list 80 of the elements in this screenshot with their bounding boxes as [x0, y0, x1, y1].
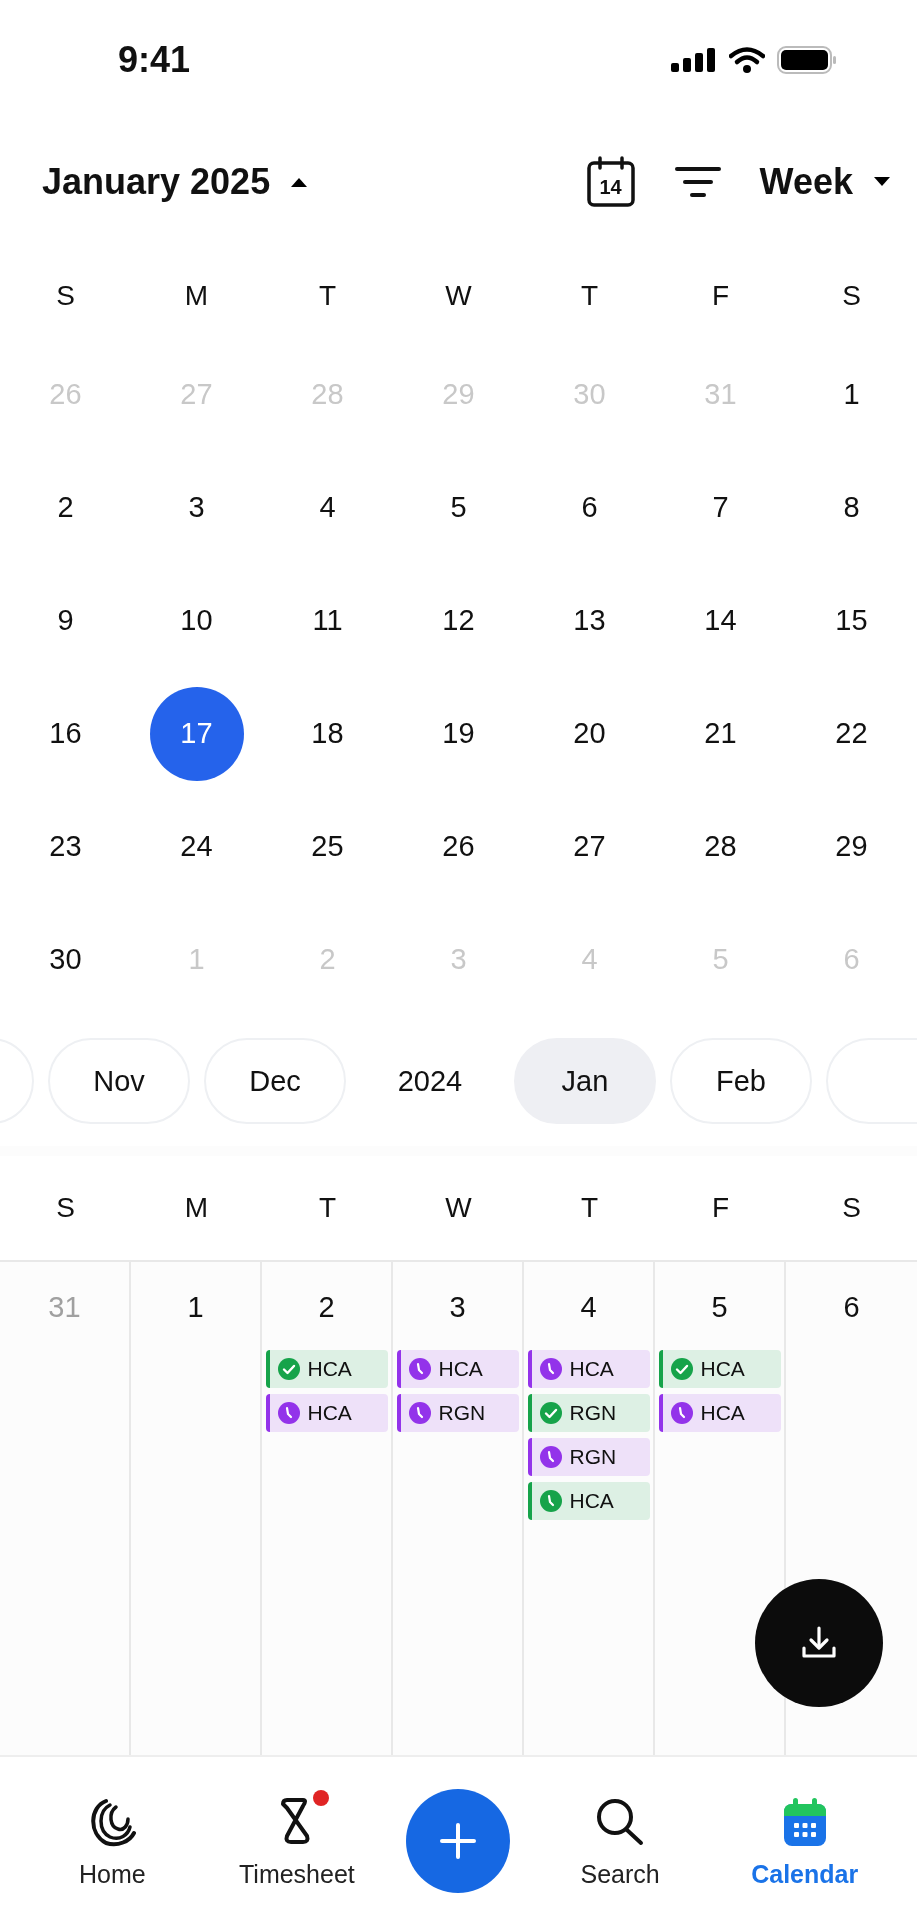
weekday-label: S: [55, 1192, 76, 1224]
weekday-label: M: [183, 280, 210, 312]
weekday-label: W: [444, 1192, 473, 1224]
weekday-label: S: [841, 280, 862, 312]
month-chip[interactable]: Dec: [204, 1038, 346, 1124]
calendar-day[interactable]: 24: [149, 799, 244, 894]
calendar-day[interactable]: 23: [18, 799, 113, 894]
view-selector[interactable]: Week: [759, 161, 891, 203]
month-year-selector[interactable]: January 2025: [42, 161, 309, 203]
weekday-label: T: [317, 1192, 338, 1224]
calendar-day[interactable]: 10: [149, 573, 244, 668]
calendar-day[interactable]: 20: [542, 686, 637, 781]
weekday-label: S: [841, 1192, 862, 1224]
week-date: 4: [580, 1289, 597, 1325]
calendar-day[interactable]: 15: [804, 573, 899, 668]
plus-icon: [438, 1821, 479, 1861]
weekday-label: F: [710, 1192, 731, 1224]
calendar-day[interactable]: 26: [411, 799, 506, 894]
calendar-day[interactable]: 22: [804, 686, 899, 781]
tab-bar-item[interactable]: Timesheet: [221, 1793, 372, 1889]
shift-chip[interactable]: RGN: [396, 1394, 519, 1432]
calendar-day[interactable]: 25: [280, 799, 375, 894]
calendar-day[interactable]: 2: [18, 460, 113, 555]
calendar-day[interactable]: 30: [18, 912, 113, 1007]
weekday-label: W: [444, 280, 473, 312]
calendar-day[interactable]: 5: [411, 460, 506, 555]
calendar-day[interactable]: 8: [804, 460, 899, 555]
shift-chip[interactable]: HCA: [527, 1482, 650, 1520]
signal-icon: [671, 48, 717, 72]
month-chip[interactable]: Nov: [48, 1038, 190, 1124]
weekday-label: F: [710, 280, 731, 312]
shift-chip[interactable]: RGN: [527, 1394, 650, 1432]
tab-bar-item[interactable]: Calendar: [729, 1793, 880, 1889]
calendar-day[interactable]: 18: [280, 686, 375, 781]
weekday-label: M: [183, 1192, 210, 1224]
calendar-day[interactable]: 29: [804, 799, 899, 894]
shift-chip[interactable]: HCA: [527, 1350, 650, 1388]
tab-bar-item[interactable]: Home: [37, 1793, 188, 1889]
shift-chip[interactable]: HCA: [658, 1350, 781, 1388]
calendar-day[interactable]: 11: [280, 573, 375, 668]
calendar-day[interactable]: 9: [18, 573, 113, 668]
weekday-label: S: [55, 280, 76, 312]
weekday-label: T: [579, 280, 600, 312]
week-date: 3: [449, 1289, 466, 1325]
calendar-day[interactable]: 21: [673, 686, 768, 781]
shift-chip[interactable]: HCA: [265, 1394, 388, 1432]
caret-icon: [290, 176, 309, 188]
battery-icon: [777, 46, 837, 74]
caret-icon: [873, 176, 891, 188]
calendar-day[interactable]: 7: [673, 460, 768, 555]
calendar-day[interactable]: 12: [411, 573, 506, 668]
calendar-day[interactable]: 4: [280, 460, 375, 555]
shift-chip[interactable]: RGN: [527, 1438, 650, 1476]
week-date: 31: [48, 1289, 81, 1325]
calendar-day[interactable]: 13: [542, 573, 637, 668]
calendar-day[interactable]: 17: [149, 686, 244, 781]
calendar-day[interactable]: 27: [542, 799, 637, 894]
calendar-day[interactable]: 6: [542, 460, 637, 555]
weekday-label: T: [317, 280, 338, 312]
shift-chip[interactable]: HCA: [396, 1350, 519, 1388]
calendar-day[interactable]: 19: [411, 686, 506, 781]
wifi-icon: [729, 47, 765, 73]
shift-chip[interactable]: HCA: [265, 1350, 388, 1388]
filter-button[interactable]: [673, 164, 722, 200]
calendar-day[interactable]: 14: [673, 573, 768, 668]
year-label: 2024: [396, 1064, 464, 1098]
month-chip[interactable]: Jan: [514, 1038, 656, 1124]
calendar-day[interactable]: 3: [149, 460, 244, 555]
month-chip[interactable]: Feb: [670, 1038, 812, 1124]
shift-chip[interactable]: HCA: [658, 1394, 781, 1432]
week-date: 1: [187, 1289, 204, 1325]
calendar-day[interactable]: 1: [804, 347, 899, 442]
week-date: 5: [711, 1289, 728, 1325]
tab-bar-item[interactable]: Search: [545, 1793, 696, 1889]
calendar-day[interactable]: 16: [18, 686, 113, 781]
week-date: 6: [843, 1289, 860, 1325]
week-date: 2: [318, 1289, 335, 1325]
weekday-label: T: [579, 1192, 600, 1224]
calendar-day[interactable]: 28: [673, 799, 768, 894]
status-time: 9:41: [118, 39, 191, 81]
